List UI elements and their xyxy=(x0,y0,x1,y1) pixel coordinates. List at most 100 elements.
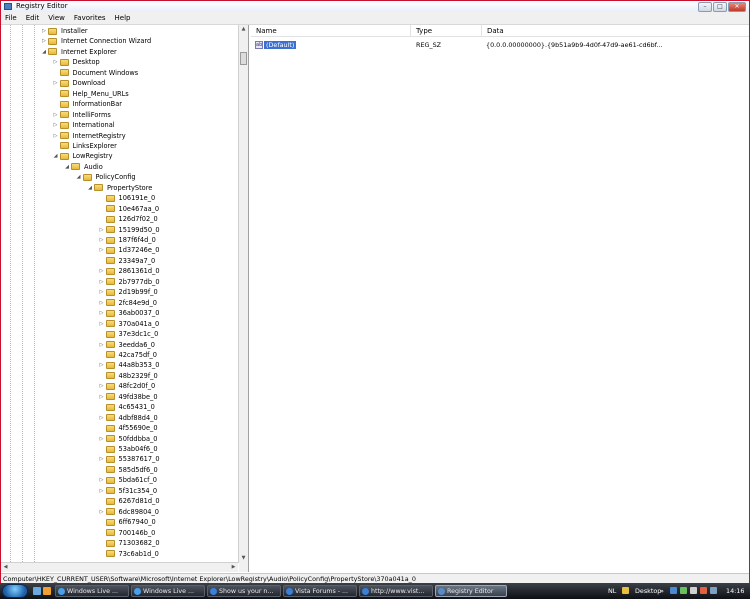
tree-node[interactable]: ▷ 15199d50_0 xyxy=(99,225,160,235)
tree-node[interactable]: ▷ 187f6f4d_0 xyxy=(99,235,156,245)
scroll-up-arrow-icon[interactable]: ▲ xyxy=(239,25,248,34)
tree-node[interactable]: 4c65431_0 xyxy=(99,402,155,412)
value-row[interactable]: ab (Default) REG_SZ {0.0.0.00000000}.{9b… xyxy=(251,40,749,50)
expand-arrow-icon[interactable]: ▷ xyxy=(99,268,105,274)
tree-node[interactable]: ▷ 3eedda6_0 xyxy=(99,340,155,350)
tree-node-label[interactable]: 37e3dc1c_0 xyxy=(119,330,159,338)
tree-node[interactable]: ▷ InternetRegistry xyxy=(53,131,126,141)
expand-arrow-icon[interactable]: ▷ xyxy=(99,362,105,368)
tree-node-label[interactable]: 36ab0037_0 xyxy=(119,309,160,317)
tree-scroll-thumb[interactable] xyxy=(240,52,247,65)
expand-arrow-icon[interactable]: ▷ xyxy=(99,456,105,462)
tree-node[interactable]: 48b2329f_0 xyxy=(99,371,158,381)
tree-node[interactable]: ▷ 50fddbba_0 xyxy=(99,434,158,444)
tree-node-label[interactable]: 5bda61cf_0 xyxy=(119,476,157,484)
tree-node[interactable]: 73c6ab1d_0 xyxy=(99,549,159,559)
expand-arrow-icon[interactable]: ▷ xyxy=(99,289,105,295)
expanded-arrow-icon[interactable]: ◢ xyxy=(53,153,59,159)
tree-node[interactable]: 6ff67940_0 xyxy=(99,517,156,527)
taskbar-button[interactable]: Windows Live ... xyxy=(131,585,205,597)
tree-node[interactable]: 4f55690e_0 xyxy=(99,423,158,433)
taskbar-button[interactable]: Registry Editor xyxy=(435,585,507,597)
expand-arrow-icon[interactable]: ▷ xyxy=(99,394,105,400)
tree-node[interactable]: 126d7f02_0 xyxy=(99,214,158,224)
menu-view[interactable]: View xyxy=(44,12,70,24)
tree-node-label[interactable]: 6ff67940_0 xyxy=(119,518,156,526)
tree-node-label[interactable]: Desktop xyxy=(73,58,100,66)
tree-node-label[interactable]: 2861361d_0 xyxy=(119,267,160,275)
tree-node-label[interactable]: 42ca75df_0 xyxy=(119,351,157,359)
expand-arrow-icon[interactable]: ▷ xyxy=(99,509,105,515)
tree-node[interactable]: ▷ 5f31c354_0 xyxy=(99,486,158,496)
tree-node[interactable]: ◢ Audio xyxy=(64,162,103,172)
start-button-icon[interactable] xyxy=(2,584,28,598)
tree-node[interactable]: ▷ 36ab0037_0 xyxy=(99,308,160,318)
tree-node[interactable]: ▷ 6dc89804_0 xyxy=(99,507,159,517)
expanded-arrow-icon[interactable]: ◢ xyxy=(64,164,70,170)
tree-node[interactable]: ▷ 4dbf88d4_0 xyxy=(99,413,158,423)
tree-node[interactable]: 585d5df6_0 xyxy=(99,465,158,475)
tree-node-label[interactable]: 370a041a_0 xyxy=(119,320,160,328)
tree-node-label[interactable]: Internet Explorer xyxy=(61,48,117,56)
tree-node[interactable]: ▷ 44a8b353_0 xyxy=(99,360,160,370)
values-pane[interactable]: Name Type Data ab (Default) REG_SZ {0.0.… xyxy=(251,25,749,572)
minimize-button[interactable]: – xyxy=(698,2,712,12)
tree-node[interactable]: 6267d81d_0 xyxy=(99,496,160,506)
tree-node-label[interactable]: Installer xyxy=(61,27,88,35)
tree-node[interactable]: ▷ 2b7977db_0 xyxy=(99,277,160,287)
tree-node-label[interactable]: 1d37246e_0 xyxy=(119,246,160,254)
tree-node[interactable]: Document Windows xyxy=(53,68,139,78)
tree-node[interactable]: ▷ IntelliForms xyxy=(53,110,111,120)
tree-node-label[interactable]: 53ab04f6_0 xyxy=(119,445,158,453)
tree-node-label[interactable]: 2fc84e9d_0 xyxy=(119,299,157,307)
tree-node-label[interactable]: LinksExplorer xyxy=(73,142,117,150)
tree-node-label[interactable]: 585d5df6_0 xyxy=(119,466,158,474)
network-icon[interactable] xyxy=(670,587,677,594)
tree-node-label[interactable]: 73c6ab1d_0 xyxy=(119,550,159,558)
tree-node-label[interactable]: 23349a7_0 xyxy=(119,257,156,265)
expand-arrow-icon[interactable]: ▷ xyxy=(99,488,105,494)
tree-node-label[interactable]: 4dbf88d4_0 xyxy=(119,414,158,422)
expand-arrow-icon[interactable]: ▷ xyxy=(53,122,59,128)
tree-node-label[interactable]: LowRegistry xyxy=(73,152,113,160)
tree-node[interactable]: ▷ Internet Connection Wizard xyxy=(41,36,151,46)
tree-node[interactable]: ▷ Download xyxy=(53,78,106,88)
tree-node[interactable]: LinksExplorer xyxy=(53,141,117,151)
expand-arrow-icon[interactable]: ▷ xyxy=(99,300,105,306)
tree-node-label[interactable]: Document Windows xyxy=(73,69,139,77)
expand-arrow-icon[interactable]: ▷ xyxy=(41,38,47,44)
tree-node[interactable]: 37e3dc1c_0 xyxy=(99,329,159,339)
desktop-toolbar-label[interactable]: Desktop xyxy=(635,587,661,595)
tree-node[interactable]: ▷ 49fd38be_0 xyxy=(99,392,158,402)
tree-node-label[interactable]: Download xyxy=(73,79,106,87)
scroll-right-arrow-icon[interactable]: ▶ xyxy=(229,563,238,572)
clock[interactable]: 14:16 xyxy=(726,587,744,595)
tree-node-label[interactable]: InformationBar xyxy=(73,100,122,108)
language-indicator[interactable]: NL xyxy=(608,587,616,595)
tree-node-label[interactable]: InternetRegistry xyxy=(73,132,126,140)
expand-arrow-icon[interactable]: ▷ xyxy=(53,133,59,139)
tree-node-label[interactable]: 48b2329f_0 xyxy=(119,372,158,380)
value-name[interactable]: (Default) xyxy=(264,41,297,49)
menu-favorites[interactable]: Favorites xyxy=(70,12,111,24)
expanded-arrow-icon[interactable]: ◢ xyxy=(76,174,82,180)
tree-node-label[interactable]: 2b7977db_0 xyxy=(119,278,160,286)
tree-node[interactable]: ▷ International xyxy=(53,120,115,130)
expand-arrow-icon[interactable]: ▷ xyxy=(41,28,47,34)
expand-arrow-icon[interactable]: ▷ xyxy=(99,321,105,327)
tree-node-label[interactable]: 49fd38be_0 xyxy=(119,393,158,401)
tree-node[interactable]: 700146b_0 xyxy=(99,528,155,538)
tree-node-label[interactable]: 55387617_0 xyxy=(119,455,160,463)
expand-arrow-icon[interactable]: ▷ xyxy=(99,237,105,243)
expand-arrow-icon[interactable]: ▷ xyxy=(99,383,105,389)
tree-node[interactable]: 42ca75df_0 xyxy=(99,350,157,360)
tray-alert-icon[interactable] xyxy=(700,587,707,594)
tree-node-label[interactable]: Audio xyxy=(84,163,103,171)
tree-node[interactable]: ◢ PropertyStore xyxy=(87,183,152,193)
expanded-arrow-icon[interactable]: ◢ xyxy=(41,49,47,55)
expand-arrow-icon[interactable]: ▷ xyxy=(99,247,105,253)
expand-arrow-icon[interactable]: ▷ xyxy=(99,415,105,421)
tree-node[interactable]: 53ab04f6_0 xyxy=(99,444,158,454)
expand-arrow-icon[interactable]: ▷ xyxy=(99,342,105,348)
tree-node-label[interactable]: 3eedda6_0 xyxy=(119,341,155,349)
